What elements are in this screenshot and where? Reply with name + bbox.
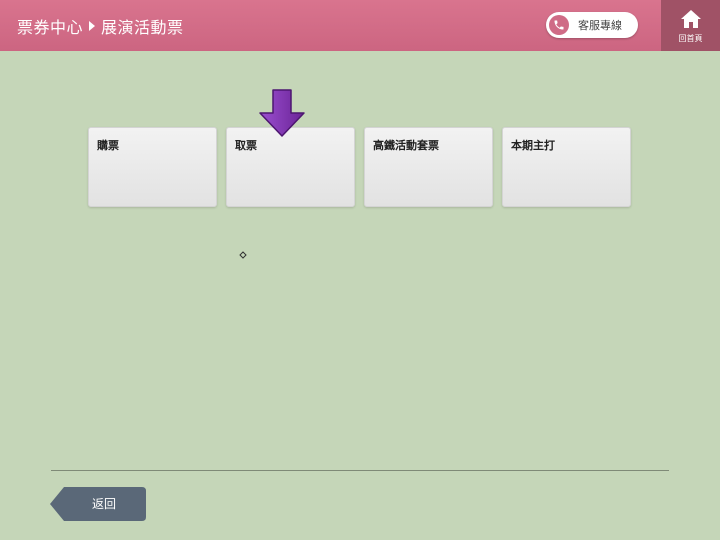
breadcrumb-item-ticket-center[interactable]: 票券中心 [17,14,83,38]
header-bar: 票券中心 展演活動票 客服專線 回首頁 [0,0,720,51]
tile-hsr-package[interactable]: 高鐵活動套票 [364,127,493,207]
tile-label: 高鐵活動套票 [373,139,439,152]
tile-label: 取票 [235,139,257,152]
home-button[interactable]: 回首頁 [661,0,720,51]
phone-icon [549,15,569,35]
diamond-marker-icon [239,251,247,259]
breadcrumb-item-exhibition: 展演活動票 [101,17,184,37]
tile-label: 購票 [97,139,119,152]
customer-service-label: 客服專線 [578,19,622,32]
home-icon [680,10,701,28]
home-label: 回首頁 [678,34,703,43]
tile-featured[interactable]: 本期主打 [502,127,631,207]
tile-buy-ticket[interactable]: 購票 [88,127,217,207]
arrow-down-icon [259,89,305,137]
back-button[interactable]: 返回 [50,487,146,521]
back-label: 返回 [92,497,117,511]
customer-service-button[interactable]: 客服專線 [546,12,638,38]
tile-pickup-ticket[interactable]: 取票 [226,127,355,207]
tile-label: 本期主打 [511,139,555,152]
footer-divider [51,470,669,471]
breadcrumb: 票券中心 展演活動票 [17,0,184,51]
breadcrumb-separator-icon [89,20,96,31]
